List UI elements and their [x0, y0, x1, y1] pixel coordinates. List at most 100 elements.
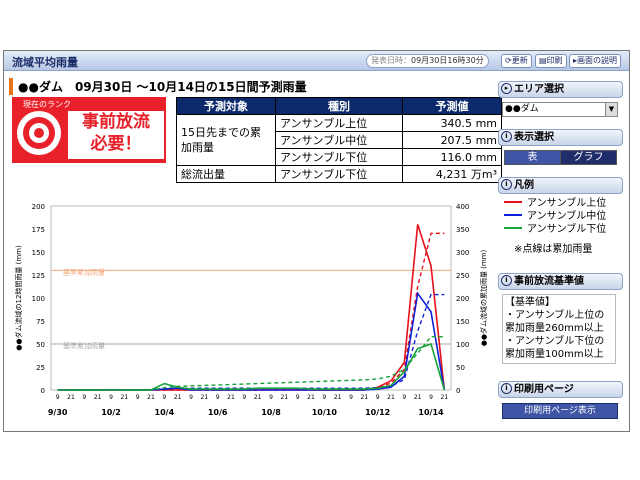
- print-icon: ▤: [539, 56, 547, 65]
- x-hour-tick-label: 9: [242, 394, 246, 401]
- title-bar: 流域平均雨量 発表日時：09月30日16時30分 ⟳更新 ▤印刷 ▸画面の説明: [4, 51, 629, 71]
- y-right-tick-label: 150: [456, 318, 469, 326]
- criteria-item: ・アンサンブル上位の累加雨量260mm以上: [505, 310, 605, 334]
- y-right-tick-label: 250: [456, 272, 469, 280]
- x-hour-tick-label: 21: [307, 394, 315, 401]
- forecast-table: 予測対象 種別 予測値 15日先までの累加雨量 アンサンブル上位 340.5 m…: [176, 97, 502, 183]
- legend-item: アンサンブル上位: [502, 197, 618, 210]
- legend-item: アンサンブル下位: [502, 223, 618, 236]
- x-hour-tick-label: 9: [376, 394, 380, 401]
- y-right-tick-label: 350: [456, 226, 469, 234]
- type-cell: アンサンブル上位: [275, 114, 403, 132]
- value-cell: 4,231 万m³: [402, 165, 502, 183]
- x-hour-tick-label: 9: [189, 394, 193, 401]
- dam-header: ●●ダム 09月30日 ～10月14日の15日間予測雨量: [9, 78, 307, 95]
- legend: アンサンブル上位 アンサンブル中位 アンサンブル下位 ※点線は累加雨量: [502, 197, 618, 256]
- y-left-tick-label: 175: [32, 226, 45, 234]
- x-hour-tick-label: 9: [56, 394, 60, 401]
- value-cell: 340.5 mm: [402, 114, 502, 132]
- target-cumulative: 15日先までの累加雨量: [176, 114, 276, 166]
- legend-note: ※点線は累加雨量: [514, 244, 593, 255]
- x-hour-tick-label: 21: [174, 394, 182, 401]
- info-icon: i: [501, 274, 512, 286]
- x-date-tick-label: 10/10: [312, 408, 338, 417]
- print-page-button[interactable]: 印刷用ページ表示: [502, 403, 618, 419]
- reference-line-label: 基準累加雨量: [63, 267, 105, 276]
- x-hour-tick-label: 21: [387, 394, 395, 401]
- rainfall-panel: 流域平均雨量 発表日時：09月30日16時30分 ⟳更新 ▤印刷 ▸画面の説明 …: [3, 50, 630, 432]
- graph-view-button[interactable]: グラフ: [560, 150, 617, 165]
- help-button[interactable]: ▸画面の説明: [569, 54, 622, 68]
- x-hour-tick-label: 9: [349, 394, 353, 401]
- x-hour-tick-label: 21: [334, 394, 342, 401]
- area-select-header: ▸ エリア選択: [498, 81, 623, 98]
- chevron-down-icon: ▼: [605, 103, 617, 116]
- update-button[interactable]: ⟳更新: [501, 54, 532, 68]
- x-hour-tick-label: 21: [227, 394, 235, 401]
- x-hour-tick-label: 21: [254, 394, 262, 401]
- y-left-tick-label: 200: [32, 203, 45, 211]
- col-type: 種別: [275, 97, 403, 115]
- x-hour-tick-label: 9: [322, 394, 326, 401]
- value-cell: 207.5 mm: [402, 131, 502, 149]
- arrow-icon: ▸: [501, 82, 512, 94]
- x-date-tick-label: 10/8: [261, 408, 281, 417]
- display-select-header: i 表示選択: [498, 129, 623, 146]
- x-hour-tick-label: 21: [414, 394, 422, 401]
- type-cell: アンサンブル中位: [275, 131, 403, 149]
- criteria-head: 【基準値】: [505, 297, 555, 308]
- rank-message: 事前放流 必要！: [68, 111, 164, 159]
- y-right-tick-label: 200: [456, 295, 469, 303]
- rank-box: 現在のランク 事前放流 必要！: [12, 97, 166, 163]
- y-left-axis-label: ●●ダム流域の12時間雨量 (mm): [14, 245, 23, 351]
- x-hour-tick-label: 9: [82, 394, 86, 401]
- x-hour-tick-label: 21: [361, 394, 369, 401]
- y-left-tick-label: 100: [32, 295, 45, 303]
- rainfall-chart: 0 25 50 75 100 125 150 175 200 0 50 100 150 200 250 300…: [14, 203, 488, 417]
- x-hour-tick-label: 9: [162, 394, 166, 401]
- x-date-tick-label: 9/30: [48, 408, 68, 417]
- y-right-tick-label: 300: [456, 249, 469, 257]
- x-hour-tick-label: 21: [121, 394, 129, 401]
- target-icon: [17, 111, 61, 155]
- table-view-button[interactable]: 表: [504, 150, 561, 165]
- x-date-tick-label: 10/4: [155, 408, 175, 417]
- y-right-tick-label: 0: [456, 387, 460, 395]
- x-date-tick-label: 10/12: [365, 408, 390, 417]
- area-select[interactable]: ●●ダム ▼: [502, 102, 618, 117]
- x-hour-tick-label: 9: [402, 394, 406, 401]
- refresh-icon: ⟳: [505, 56, 512, 65]
- criteria-box: 【基準値】 ・アンサンブル上位の累加雨量260mm以上 ・アンサンブル下位の累加…: [502, 294, 616, 364]
- publish-time: 発表日時：09月30日16時30分: [366, 54, 489, 68]
- x-date-tick-label: 10/6: [208, 408, 228, 417]
- legend-item: アンサンブル中位: [502, 210, 618, 223]
- info-icon: i: [501, 382, 512, 394]
- rank-message-line2: 必要！: [90, 134, 142, 154]
- x-hour-tick-label: 21: [201, 394, 209, 401]
- x-hour-tick-label: 21: [94, 394, 102, 401]
- type-cell: アンサンブル下位: [275, 148, 403, 166]
- y-left-tick-label: 150: [32, 249, 45, 257]
- info-icon: i: [501, 130, 512, 142]
- reference-line-label: 基準累加雨量: [63, 341, 105, 350]
- y-right-tick-label: 50: [456, 364, 465, 372]
- x-hour-tick-label: 21: [67, 394, 75, 401]
- publish-time-value: 09月30日16時30分: [411, 56, 484, 65]
- criteria-header: i 事前放流基準値: [498, 273, 623, 290]
- y-left-tick-label: 25: [36, 364, 45, 372]
- x-hour-tick-label: 9: [136, 394, 140, 401]
- x-hour-tick-label: 9: [216, 394, 220, 401]
- y-right-axis-label: ●●ダム流域の累加雨量 (mm): [479, 249, 488, 346]
- x-hour-tick-label: 9: [269, 394, 273, 401]
- type-cell: アンサンブル下位: [275, 165, 403, 183]
- print-button[interactable]: ▤印刷: [535, 54, 567, 68]
- panel-title: 流域平均雨量: [12, 56, 78, 69]
- x-hour-tick-label: 21: [441, 394, 449, 401]
- y-right-tick-label: 400: [456, 203, 469, 211]
- plot-area: [50, 205, 452, 391]
- criteria-item: ・アンサンブル下位の累加雨量100mm以上: [505, 336, 605, 360]
- col-target: 予測対象: [176, 97, 276, 115]
- target-outflow: 総流出量: [176, 165, 276, 183]
- x-hour-tick-label: 21: [147, 394, 155, 401]
- x-date-tick-label: 10/2: [101, 408, 121, 417]
